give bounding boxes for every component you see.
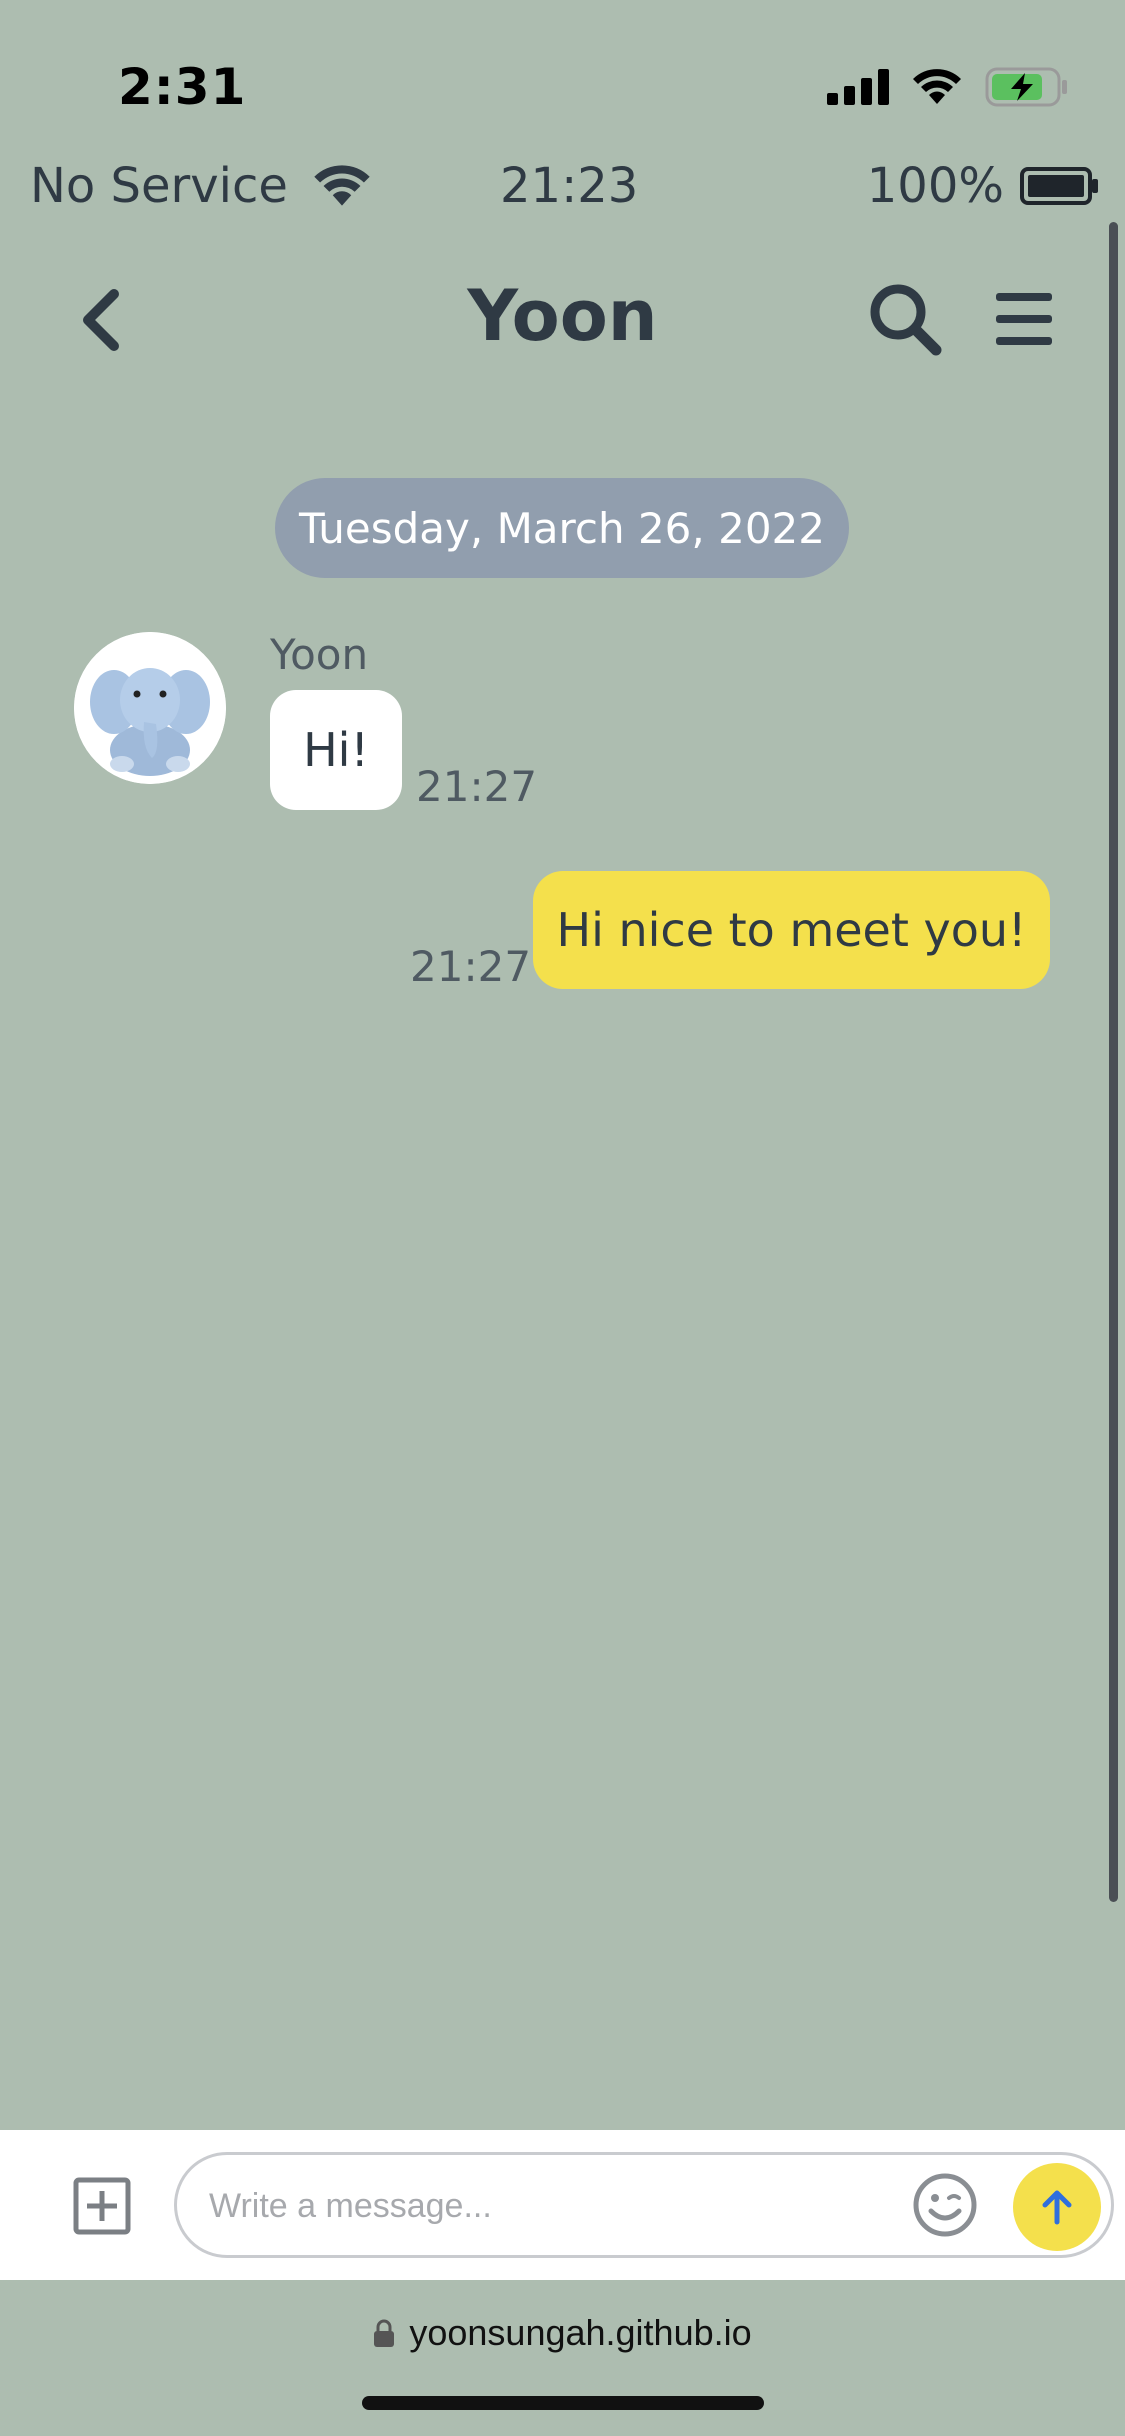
message-input-container xyxy=(174,2152,1114,2258)
elephant-avatar-image xyxy=(74,632,226,784)
message-composer xyxy=(0,2130,1125,2280)
wifi-icon xyxy=(314,165,370,206)
incoming-message-bubble[interactable]: Hi! xyxy=(270,690,402,810)
search-button[interactable] xyxy=(866,280,946,360)
ios-status-icons xyxy=(827,62,1069,112)
url-text: yoonsungah.github.io xyxy=(409,2312,752,2353)
signal-icon xyxy=(827,69,889,105)
outgoing-message-bubble[interactable]: Hi nice to meet you! xyxy=(533,871,1050,989)
scrollbar[interactable] xyxy=(1109,222,1118,1902)
battery-percentage: 100% xyxy=(866,158,1004,214)
message-timestamp: 21:27 xyxy=(410,942,532,991)
menu-icon xyxy=(996,293,1052,345)
avatar[interactable] xyxy=(74,632,226,784)
browser-url-bar[interactable]: yoonsungah.github.io xyxy=(0,2312,1125,2354)
menu-button[interactable] xyxy=(990,285,1060,355)
battery-icon xyxy=(1020,167,1098,205)
sender-name: Yoon xyxy=(270,630,369,679)
carrier-label: No Service xyxy=(30,158,288,214)
send-button[interactable] xyxy=(1013,2163,1101,2251)
app-status-bar: No Service 21:23 100% xyxy=(30,158,1100,228)
search-icon xyxy=(870,284,942,356)
date-separator: Tuesday, March 26, 2022 xyxy=(275,478,849,578)
emoji-icon xyxy=(913,2173,977,2237)
battery-icon xyxy=(985,67,1067,107)
send-icon xyxy=(1042,2190,1072,2225)
app-clock: 21:23 xyxy=(500,158,639,214)
ios-status-time: 2:31 xyxy=(118,58,247,116)
carrier-status: No Service xyxy=(30,158,372,214)
emoji-button[interactable] xyxy=(911,2171,979,2239)
home-indicator[interactable] xyxy=(362,2396,764,2410)
attach-icon xyxy=(73,2177,131,2235)
lock-icon xyxy=(374,2319,395,2347)
message-input[interactable] xyxy=(207,2155,771,2257)
battery-status: 100% xyxy=(867,158,1100,214)
wifi-icon xyxy=(913,69,961,104)
chat-title: Yoon xyxy=(467,275,658,357)
message-timestamp: 21:27 xyxy=(416,762,538,811)
attach-button[interactable] xyxy=(72,2176,132,2236)
